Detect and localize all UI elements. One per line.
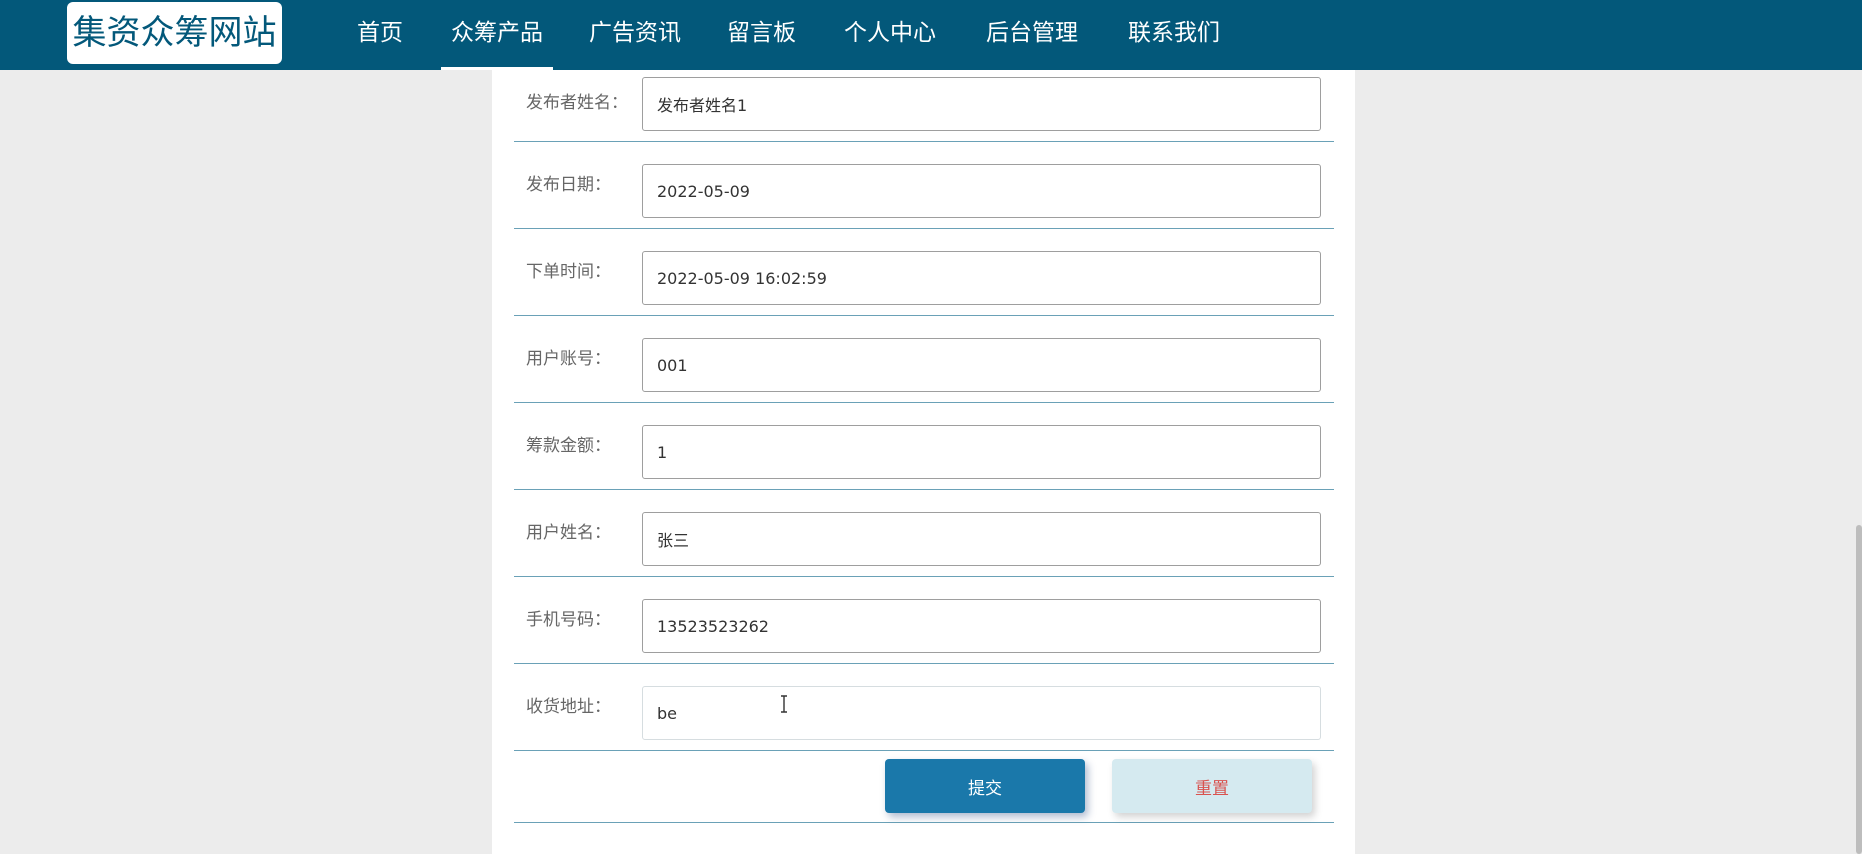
nav-contact-us[interactable]: 联系我们 (1128, 0, 1220, 70)
funding-amount-input[interactable] (642, 425, 1321, 479)
order-form-panel: 发布者姓名： 发布日期： 下单时间： 用户账号： 筹款金额： 用户姓名： 手机号… (492, 70, 1355, 854)
scrollbar-thumb[interactable] (1856, 525, 1862, 854)
form-row-publisher-name: 发布者姓名： (514, 70, 1334, 142)
user-name-input[interactable] (642, 512, 1321, 566)
phone-number-input[interactable] (642, 599, 1321, 653)
form-row-funding-amount: 筹款金额： (514, 403, 1334, 490)
nav-message-board[interactable]: 留言板 (727, 0, 796, 70)
page-scrollbar[interactable] (1856, 70, 1862, 854)
submit-button[interactable]: 提交 (885, 759, 1085, 813)
field-label: 筹款金额： (526, 436, 611, 456)
form-row-order-time: 下单时间： (514, 229, 1334, 316)
text-cursor-icon (781, 695, 787, 713)
order-time-input[interactable] (642, 251, 1321, 305)
shipping-address-input[interactable] (642, 686, 1321, 740)
nav-admin[interactable]: 后台管理 (986, 0, 1078, 70)
field-label: 发布者姓名： (526, 93, 628, 113)
nav-personal-center[interactable]: 个人中心 (844, 0, 936, 70)
field-label: 收货地址： (526, 697, 611, 717)
top-navbar: 集资众筹网站 首页 众筹产品 广告资讯 留言板 个人中心 后台管理 联系我们 (0, 0, 1862, 70)
field-label: 用户姓名： (526, 523, 611, 543)
publish-date-input[interactable] (642, 164, 1321, 218)
field-label: 下单时间： (526, 262, 611, 282)
user-account-input[interactable] (642, 338, 1321, 392)
form-actions: 提交 重置 (514, 751, 1334, 823)
form-row-user-account: 用户账号： (514, 316, 1334, 403)
form-row-shipping-address: 收货地址： (514, 664, 1334, 751)
field-label: 用户账号： (526, 349, 611, 369)
nav-ad-news[interactable]: 广告资讯 (589, 0, 681, 70)
form-row-phone-number: 手机号码： (514, 577, 1334, 664)
publisher-name-input[interactable] (642, 77, 1321, 131)
nav-home[interactable]: 首页 (357, 0, 403, 70)
form-row-publish-date: 发布日期： (514, 142, 1334, 229)
nav-crowdfunding-products[interactable]: 众筹产品 (441, 0, 553, 70)
field-label: 手机号码： (526, 610, 611, 630)
field-label: 发布日期： (526, 175, 611, 195)
reset-button[interactable]: 重置 (1112, 759, 1312, 813)
form-row-user-name: 用户姓名： (514, 490, 1334, 577)
site-logo[interactable]: 集资众筹网站 (67, 2, 282, 64)
